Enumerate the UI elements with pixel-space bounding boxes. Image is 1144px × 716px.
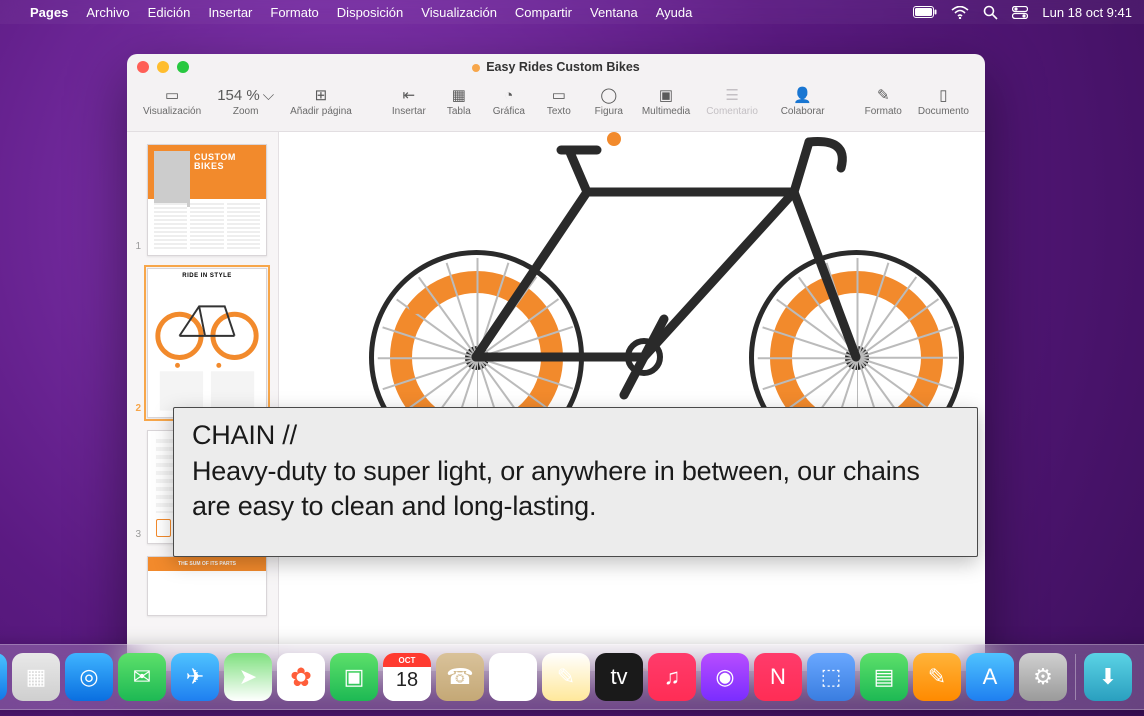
comment-icon: ☰ (725, 84, 738, 106)
hover-text-panel: CHAIN // Heavy-duty to super light, or a… (173, 407, 978, 557)
document-icon: ▯ (939, 84, 947, 106)
toolbar-document[interactable]: ▯Documento (912, 84, 975, 117)
dock-app-facetime[interactable]: ▣ (330, 653, 378, 701)
thumbnail-page-2[interactable]: 2 RIDE IN STYLE (127, 262, 278, 424)
format-icon: ✎ (877, 84, 890, 106)
document-title: Easy Rides Custom Bikes (486, 60, 640, 74)
fullscreen-button[interactable] (177, 61, 189, 73)
dock-app-numbers[interactable]: ▤ (860, 653, 908, 701)
menu-ventana[interactable]: Ventana (590, 5, 638, 20)
shape-icon: ◯ (600, 84, 617, 106)
dock-app-music[interactable]: ♫ (648, 653, 696, 701)
dock-app-pages[interactable]: ✎ (913, 653, 961, 701)
dock-app-news[interactable]: N (754, 653, 802, 701)
dock-downloads[interactable]: ⬇ (1084, 653, 1132, 701)
add-page-icon: ⊞ (315, 84, 328, 106)
toolbar-text[interactable]: ▭Texto (536, 84, 582, 117)
toolbar-view[interactable]: ▭Visualización (137, 84, 207, 117)
page-number: 1 (131, 241, 141, 252)
panel-body: Heavy-duty to super light, or anywhere i… (192, 454, 959, 525)
dock-app-safari[interactable]: ◎ (65, 653, 113, 701)
view-icon: ▭ (165, 84, 179, 106)
dock: ☺▦◎✉✈➤✿▣OCT18☎☰✎tv♫◉N⬚▤✎A⚙⬇ (0, 644, 1144, 710)
control-center-icon[interactable] (1012, 6, 1028, 19)
panel-heading: CHAIN // (192, 418, 959, 454)
insert-icon: ⇤ (403, 84, 416, 106)
menubar-clock[interactable]: Lun 18 oct 9:41 (1042, 5, 1132, 20)
thumbnail-page-1[interactable]: 1 CUSTOMBIKES (127, 138, 278, 262)
dock-app-calendar[interactable]: OCT18 (383, 653, 431, 701)
menu-formato[interactable]: Formato (270, 5, 318, 20)
toolbar-comment: ☰Comentario (700, 84, 764, 117)
callout-dot (607, 132, 621, 146)
toolbar-media[interactable]: ▣Multimedia (636, 84, 696, 117)
dock-app-launchpad[interactable]: ▦ (12, 653, 60, 701)
page-thumbnails: 1 CUSTOMBIKES 2 RIDE IN STYLE (127, 132, 279, 671)
dock-app-photos[interactable]: ✿ (277, 653, 325, 701)
dock-app-mail[interactable]: ✈ (171, 653, 219, 701)
chart-icon: ◔ (504, 84, 513, 106)
toolbar-table[interactable]: ▦Tabla (436, 84, 482, 117)
dock-trash[interactable] (1137, 653, 1144, 701)
dock-app-appstore[interactable]: A (966, 653, 1014, 701)
toolbar-chart[interactable]: ◔Gráfica (486, 84, 532, 117)
menu-archivo[interactable]: Archivo (86, 5, 129, 20)
app-name[interactable]: Pages (30, 5, 68, 20)
menu-edicion[interactable]: Edición (148, 5, 191, 20)
menu-insertar[interactable]: Insertar (208, 5, 252, 20)
menubar: Pages Archivo Edición Insertar Formato D… (0, 0, 1144, 24)
text-icon: ▭ (552, 84, 566, 106)
dock-app-tv[interactable]: tv (595, 653, 643, 701)
titlebar[interactable]: Easy Rides Custom Bikes (127, 54, 985, 80)
media-icon: ▣ (659, 84, 673, 106)
dock-app-contacts[interactable]: ☎ (436, 653, 484, 701)
dock-app-messages[interactable]: ✉ (118, 653, 166, 701)
spotlight-icon[interactable] (983, 5, 998, 20)
toolbar-zoom[interactable]: 154 % ⌵Zoom (211, 84, 280, 117)
wifi-icon[interactable] (951, 6, 969, 19)
pages-window: Easy Rides Custom Bikes ▭Visualización 1… (127, 54, 985, 671)
menu-visualizacion[interactable]: Visualización (421, 5, 497, 20)
page-number: 2 (131, 403, 141, 414)
toolbar-shape[interactable]: ◯Figura (586, 84, 632, 117)
battery-icon[interactable] (913, 6, 937, 18)
toolbar-insert[interactable]: ⇤Insertar (386, 84, 432, 117)
close-button[interactable] (137, 61, 149, 73)
document-canvas[interactable]: CHAIN // Heavy-duty to super light, or a… (279, 132, 985, 671)
toolbar: ▭Visualización 154 % ⌵Zoom ⊞Añadir págin… (127, 80, 985, 132)
dock-app-podcasts[interactable]: ◉ (701, 653, 749, 701)
toolbar-add-page[interactable]: ⊞Añadir página (284, 84, 358, 117)
minimize-button[interactable] (157, 61, 169, 73)
unsaved-indicator (472, 64, 480, 72)
toolbar-format[interactable]: ✎Formato (859, 84, 908, 117)
collaborate-icon: 👤 (793, 84, 812, 106)
dock-app-maps[interactable]: ➤ (224, 653, 272, 701)
zoom-value: 154 % ⌵ (217, 84, 274, 106)
menu-compartir[interactable]: Compartir (515, 5, 572, 20)
dock-app-finder[interactable]: ☺ (0, 653, 7, 701)
menu-disposicion[interactable]: Disposición (337, 5, 403, 20)
toolbar-collaborate[interactable]: 👤Colaborar (775, 84, 831, 117)
dock-app-settings[interactable]: ⚙ (1019, 653, 1067, 701)
table-icon: ▦ (452, 84, 466, 106)
thumbnail-page-4[interactable]: THE SUM OF ITS PARTS (127, 550, 278, 622)
dock-app-shortcuts[interactable]: ⬚ (807, 653, 855, 701)
dock-app-reminders[interactable]: ☰ (489, 653, 537, 701)
chevron-down-icon: ⌵ (263, 87, 274, 104)
dock-separator (1075, 654, 1076, 700)
callout-dot (409, 300, 423, 314)
menu-ayuda[interactable]: Ayuda (656, 5, 693, 20)
dock-app-notes[interactable]: ✎ (542, 653, 590, 701)
page-number: 3 (131, 529, 141, 540)
